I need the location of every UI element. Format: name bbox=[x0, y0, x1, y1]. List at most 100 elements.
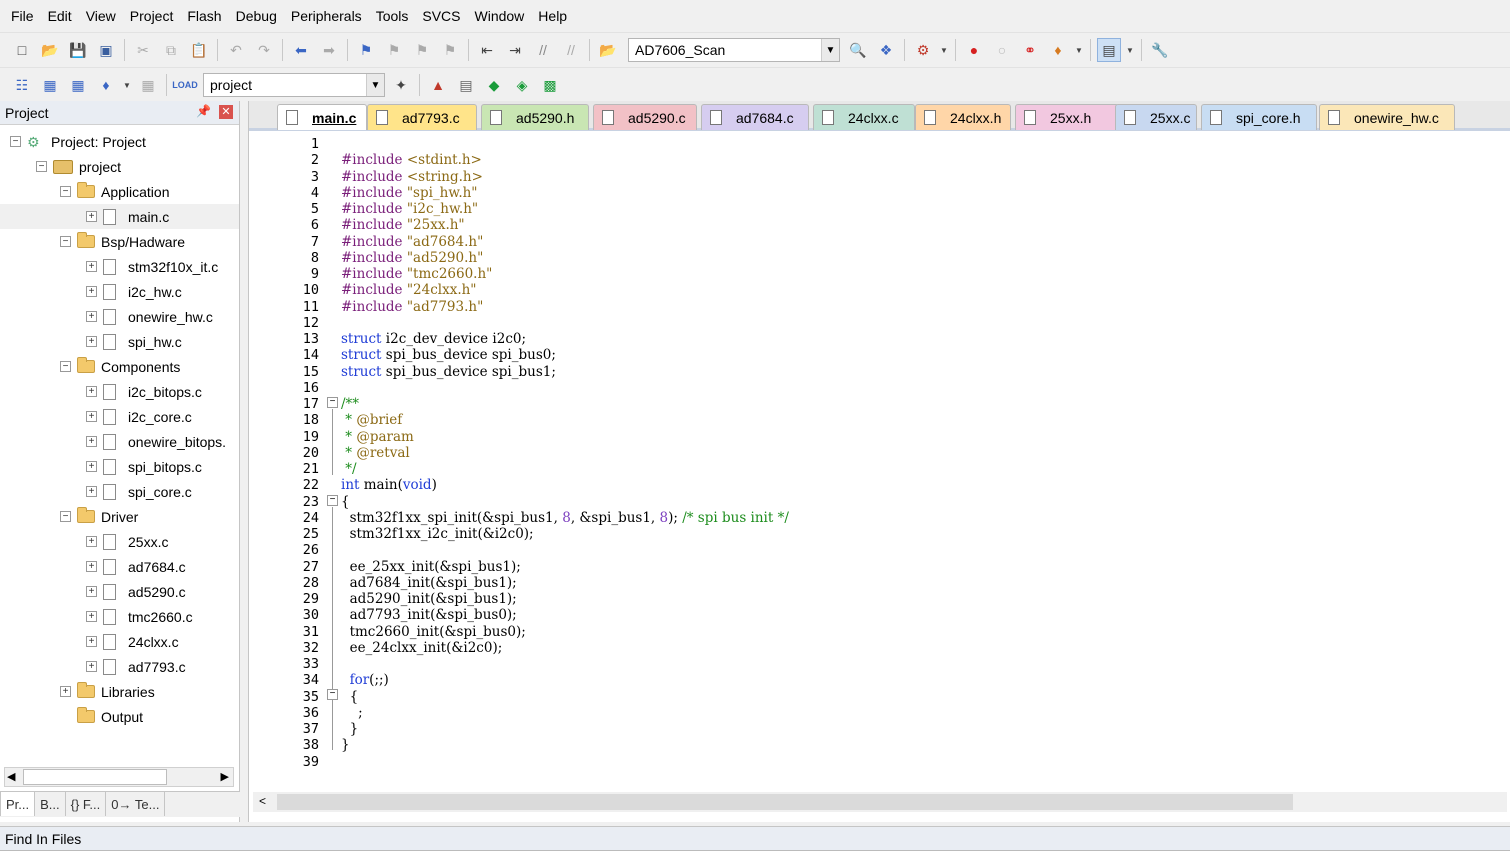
tree-item[interactable]: − project bbox=[0, 154, 239, 179]
nav-forward-icon[interactable]: ➡ bbox=[317, 38, 341, 62]
manage-project-items-icon[interactable]: ▲ bbox=[426, 73, 450, 97]
batch-build-icon[interactable]: ♦ bbox=[94, 73, 118, 97]
uncomment-icon[interactable]: // bbox=[559, 38, 583, 62]
scroll-left-icon[interactable]: ◀ bbox=[7, 770, 15, 783]
expand-toggle-icon[interactable]: − bbox=[60, 511, 71, 522]
nav-back-icon[interactable]: ⬅ bbox=[289, 38, 313, 62]
expand-toggle-icon[interactable]: − bbox=[36, 161, 47, 172]
expand-toggle-icon[interactable]: + bbox=[86, 286, 97, 297]
expand-toggle-icon[interactable]: + bbox=[86, 636, 97, 647]
tree-item[interactable]: + onewire_hw.c bbox=[0, 304, 239, 329]
manage-run-time-environment-icon[interactable]: ◆ bbox=[482, 73, 506, 97]
file-tab[interactable]: onewire_hw.c bbox=[1319, 104, 1455, 130]
tree-item[interactable]: + i2c_hw.c bbox=[0, 279, 239, 304]
load-download-icon[interactable]: LOAD bbox=[172, 73, 198, 97]
group-select[interactable]: project ▼ bbox=[203, 73, 385, 97]
expand-toggle-icon[interactable]: + bbox=[86, 536, 97, 547]
menu-file[interactable]: File bbox=[4, 0, 41, 32]
tree-item[interactable]: + i2c_core.c bbox=[0, 404, 239, 429]
file-tab[interactable]: ad7793.c bbox=[367, 104, 477, 130]
save-icon[interactable]: 💾 bbox=[66, 38, 90, 62]
unindent-icon[interactable]: ⇥ bbox=[503, 38, 527, 62]
file-extensions-icon[interactable]: ▤ bbox=[454, 73, 478, 97]
menu-flash[interactable]: Flash bbox=[180, 0, 228, 32]
expand-toggle-icon[interactable]: + bbox=[60, 686, 71, 697]
tree-item[interactable]: − Bsp/Hadware bbox=[0, 229, 239, 254]
menu-view[interactable]: View bbox=[79, 0, 123, 32]
stop-build-icon[interactable]: ▦ bbox=[136, 73, 160, 97]
expand-toggle-icon[interactable]: + bbox=[86, 261, 97, 272]
expand-toggle-icon[interactable]: − bbox=[60, 236, 71, 247]
tree-item[interactable]: Output bbox=[0, 704, 239, 729]
tree-item[interactable]: + stm32f10x_it.c bbox=[0, 254, 239, 279]
fold-toggle[interactable]: − bbox=[327, 495, 338, 506]
options-for-target-icon[interactable]: ✦ bbox=[389, 73, 413, 97]
comment-icon[interactable]: // bbox=[531, 38, 555, 62]
tree-item[interactable]: + main.c bbox=[0, 204, 239, 229]
new-file-icon[interactable]: □ bbox=[10, 38, 34, 62]
save-all-icon[interactable]: ▣ bbox=[94, 38, 118, 62]
expand-toggle-icon[interactable]: − bbox=[60, 186, 71, 197]
expand-toggle-icon[interactable]: + bbox=[86, 411, 97, 422]
tree-item[interactable]: − Components bbox=[0, 354, 239, 379]
prev-bookmark-icon[interactable]: ⚑ bbox=[382, 38, 406, 62]
tree-item[interactable]: + ad5290.c bbox=[0, 579, 239, 604]
expand-toggle-icon[interactable]: + bbox=[86, 211, 97, 222]
file-tab[interactable]: main.c bbox=[277, 104, 367, 130]
expand-toggle-icon[interactable]: + bbox=[86, 561, 97, 572]
disable-all-breakpoints-icon[interactable]: ⚭ bbox=[1018, 38, 1042, 62]
menu-window[interactable]: Window bbox=[468, 0, 532, 32]
breakpoint-icon[interactable]: ● bbox=[962, 38, 986, 62]
tree-item[interactable]: +25xx.c bbox=[0, 529, 239, 554]
file-tab[interactable]: ad5290.h bbox=[481, 104, 589, 130]
paste-icon[interactable]: 📋 bbox=[187, 38, 211, 62]
kill-all-breakpoints-icon[interactable]: ♦ bbox=[1046, 38, 1070, 62]
chevron-down-icon[interactable]: ▼ bbox=[366, 74, 384, 96]
file-tab[interactable]: 25xx.c bbox=[1115, 104, 1197, 130]
tab-books[interactable]: B... bbox=[35, 792, 66, 816]
copy-icon[interactable]: ⧉ bbox=[159, 38, 183, 62]
tree-item[interactable]: − Driver bbox=[0, 504, 239, 529]
editor-horizontal-scrollbar[interactable]: < bbox=[253, 792, 1507, 812]
expand-toggle-icon[interactable]: + bbox=[86, 611, 97, 622]
disable-breakpoint-icon[interactable]: ○ bbox=[990, 38, 1014, 62]
scrollbar-thumb[interactable] bbox=[277, 794, 1293, 810]
tree-item[interactable]: + spi_core.c bbox=[0, 479, 239, 504]
menu-debug[interactable]: Debug bbox=[229, 0, 284, 32]
project-tree-scrollbar[interactable]: ◀ ▶ bbox=[4, 767, 234, 787]
chevron-down-icon[interactable]: ▼ bbox=[821, 39, 839, 61]
expand-toggle-icon[interactable]: + bbox=[86, 461, 97, 472]
pack-installer-icon[interactable]: ▩ bbox=[538, 73, 562, 97]
chevron-down-icon[interactable]: ▼ bbox=[1074, 38, 1084, 62]
clear-bookmarks-icon[interactable]: ⚑ bbox=[438, 38, 462, 62]
tree-item[interactable]: + i2c_bitops.c bbox=[0, 379, 239, 404]
indent-icon[interactable]: ⇤ bbox=[475, 38, 499, 62]
file-tab[interactable]: spi_core.h bbox=[1201, 104, 1317, 130]
file-tab[interactable]: ad7684.c bbox=[701, 104, 809, 130]
open-file-icon[interactable]: 📂 bbox=[38, 38, 62, 62]
undo-icon[interactable]: ↶ bbox=[224, 38, 248, 62]
select-software-packs-icon[interactable]: ◈ bbox=[510, 73, 534, 97]
scrollbar-thumb[interactable] bbox=[23, 769, 167, 785]
menu-edit[interactable]: Edit bbox=[41, 0, 79, 32]
tree-item[interactable]: + tmc2660.c bbox=[0, 604, 239, 629]
menu-tools[interactable]: Tools bbox=[369, 0, 416, 32]
tree-item[interactable]: − ⚙ Project: Project bbox=[0, 129, 239, 154]
expand-toggle-icon[interactable]: + bbox=[86, 486, 97, 497]
next-bookmark-icon[interactable]: ⚑ bbox=[410, 38, 434, 62]
expand-toggle-icon[interactable]: + bbox=[86, 311, 97, 322]
tree-item[interactable]: + spi_bitops.c bbox=[0, 454, 239, 479]
build-icon[interactable]: ▦ bbox=[38, 73, 62, 97]
tree-item[interactable]: − Application bbox=[0, 179, 239, 204]
expand-toggle-icon[interactable]: + bbox=[86, 586, 97, 597]
window-layout-icon[interactable]: ▤ bbox=[1097, 38, 1121, 62]
translate-icon[interactable]: ☷ bbox=[10, 73, 34, 97]
expand-toggle-icon[interactable]: + bbox=[86, 386, 97, 397]
scroll-left-icon[interactable]: < bbox=[259, 794, 266, 808]
find-in-files-icon[interactable]: 📂 bbox=[596, 38, 620, 62]
tree-item[interactable]: + ad7684.c bbox=[0, 554, 239, 579]
scroll-right-icon[interactable]: ▶ bbox=[221, 770, 229, 783]
tree-item[interactable]: + ad7793.c bbox=[0, 654, 239, 679]
cut-icon[interactable]: ✂ bbox=[131, 38, 155, 62]
menu-project[interactable]: Project bbox=[123, 0, 181, 32]
